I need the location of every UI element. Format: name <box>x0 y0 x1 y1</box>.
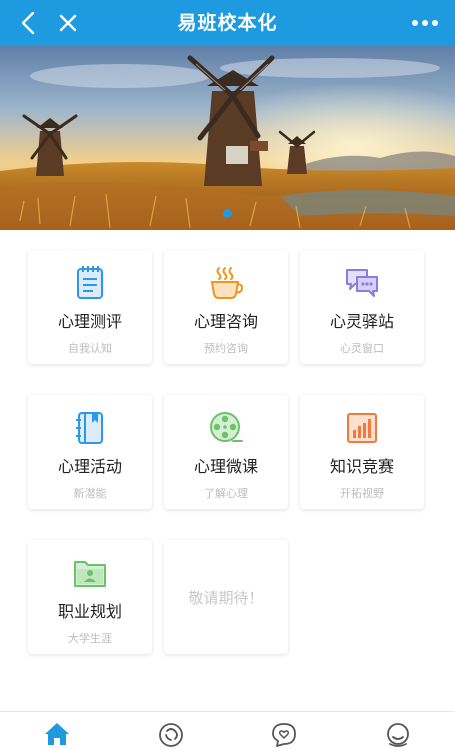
card-career-planning[interactable]: 职业规划 大学生涯 <box>28 540 152 654</box>
card-sublabel: 预约咨询 <box>204 342 248 355</box>
tab-messages[interactable] <box>228 712 342 749</box>
card-knowledge-contest[interactable]: 知识竞赛 开拓视野 <box>300 395 424 509</box>
bar-chart-icon <box>345 411 379 445</box>
notebook-icon <box>73 266 107 300</box>
profile-icon <box>387 723 410 747</box>
top-bar: 易班校本化 <box>0 0 455 46</box>
chevron-left-icon <box>21 11 35 35</box>
card-sublabel: 了解心理 <box>204 487 248 500</box>
card-label: 心灵驿站 <box>329 312 394 331</box>
card-sublabel: 大学生涯 <box>68 632 112 645</box>
carousel-dot-active[interactable] <box>223 209 232 218</box>
coming-soon-card: 敬请期待！ <box>164 540 288 654</box>
back-button[interactable] <box>8 0 48 46</box>
home-icon <box>44 723 69 745</box>
close-button[interactable] <box>48 0 88 46</box>
card-label: 心理测评 <box>57 312 122 331</box>
coming-soon-text: 敬请期待！ <box>188 588 264 607</box>
card-sublabel: 开拓视野 <box>340 487 384 500</box>
card-label: 知识竞赛 <box>329 457 394 476</box>
tab-home[interactable] <box>0 712 114 749</box>
card-psych-consult[interactable]: 心理咨询 预约咨询 <box>164 250 288 364</box>
discover-icon <box>158 723 183 747</box>
chat-bubbles-icon <box>345 266 379 300</box>
app-screen: 易班校本化 心理测评 自我认知 心理咨询 预约咨询 心灵驿站 心灵窗口 心理活动… <box>0 0 455 749</box>
folder-person-icon <box>73 556 107 590</box>
banner-image <box>0 46 455 230</box>
card-psych-microcourse[interactable]: 心理微课 了解心理 <box>164 395 288 509</box>
more-dots-icon <box>412 20 438 26</box>
coffee-cup-icon <box>209 266 243 300</box>
film-reel-icon <box>209 411 243 445</box>
card-label: 心理咨询 <box>193 312 258 331</box>
book-icon <box>73 411 107 445</box>
more-button[interactable] <box>403 0 447 46</box>
tab-discover[interactable] <box>114 712 228 749</box>
card-label: 职业规划 <box>57 602 122 621</box>
card-psych-activity[interactable]: 心理活动 新潜能 <box>28 395 152 509</box>
card-label: 心理活动 <box>57 457 122 476</box>
heart-chat-icon <box>272 723 297 747</box>
bottom-tab-bar <box>0 711 455 749</box>
tab-profile[interactable] <box>341 712 455 749</box>
card-sublabel: 新潜能 <box>73 487 107 500</box>
card-psych-assessment[interactable]: 心理测评 自我认知 <box>28 250 152 364</box>
close-icon <box>59 14 77 32</box>
card-sublabel: 自我认知 <box>68 342 112 355</box>
card-sublabel: 心灵窗口 <box>340 342 384 355</box>
card-label: 心理微课 <box>193 457 258 476</box>
carousel-indicator <box>0 209 455 218</box>
card-soul-station[interactable]: 心灵驿站 心灵窗口 <box>300 250 424 364</box>
banner-carousel[interactable] <box>0 46 455 230</box>
